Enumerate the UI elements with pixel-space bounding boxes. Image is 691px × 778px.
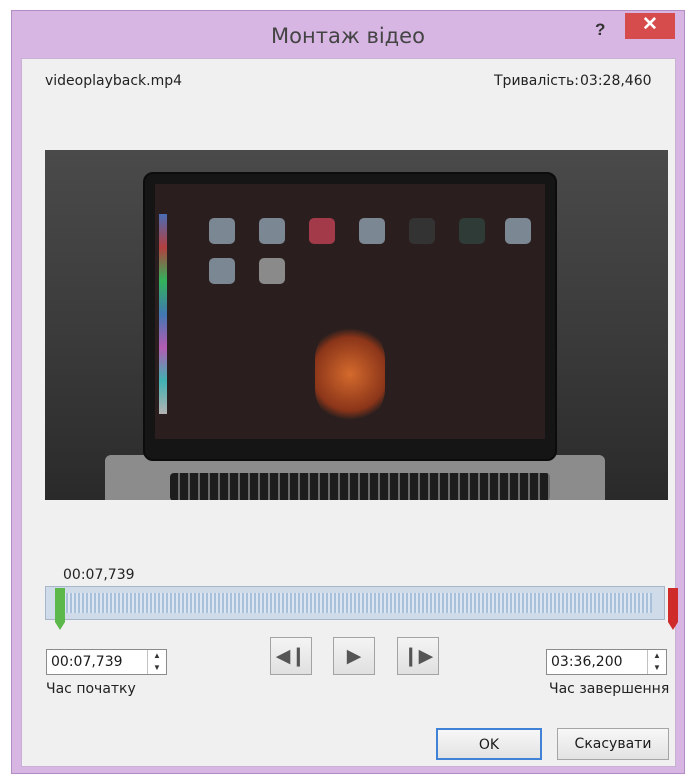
person-figure <box>315 324 385 424</box>
end-marker[interactable] <box>668 588 678 630</box>
app-icon <box>209 218 235 244</box>
laptop-image <box>143 172 557 461</box>
cancel-button[interactable]: Скасувати <box>557 728 669 760</box>
previous-frame-icon: ◀❙ <box>275 645 307 667</box>
dock-icons <box>159 214 167 414</box>
start-marker[interactable] <box>55 588 65 630</box>
dialog-title: Монтаж відео <box>271 24 425 48</box>
app-icon <box>505 218 531 244</box>
next-frame-button[interactable]: ❙▶ <box>397 637 439 675</box>
keyboard <box>170 473 550 500</box>
laptop-screen <box>155 184 545 439</box>
next-frame-icon: ❙▶ <box>402 645 434 667</box>
app-icon <box>209 258 235 284</box>
spinner-arrows[interactable]: ▲ ▼ <box>647 650 666 674</box>
spinner-arrows[interactable]: ▲ ▼ <box>147 650 166 674</box>
app-icon <box>459 218 485 244</box>
app-icon <box>309 218 335 244</box>
app-icon <box>359 218 385 244</box>
timeline-position: 00:07,739 <box>63 567 135 583</box>
title-bar[interactable]: Монтаж відео ? ✕ <box>12 11 684 61</box>
play-icon: ▶ <box>346 645 362 667</box>
duration-value: 03:28,460 <box>580 73 652 89</box>
file-name: videoplayback.mp4 <box>45 73 183 89</box>
close-button[interactable]: ✕ <box>625 13 675 39</box>
end-time-label: Час завершення <box>549 681 670 697</box>
start-time-value[interactable]: 00:07,739 <box>47 650 147 674</box>
app-icon <box>259 258 285 284</box>
ok-button[interactable]: OK <box>436 728 542 760</box>
previous-frame-button[interactable]: ◀❙ <box>270 637 312 675</box>
spin-down-icon[interactable]: ▼ <box>648 662 666 674</box>
end-time-spinner[interactable]: 03:36,200 ▲ ▼ <box>546 649 667 675</box>
spin-up-icon[interactable]: ▲ <box>148 650 166 662</box>
start-time-label: Час початку <box>46 681 136 697</box>
video-preview[interactable] <box>45 150 668 500</box>
app-icon <box>259 218 285 244</box>
end-time-value[interactable]: 03:36,200 <box>547 650 647 674</box>
start-time-spinner[interactable]: 00:07,739 ▲ ▼ <box>46 649 167 675</box>
spin-down-icon[interactable]: ▼ <box>148 662 166 674</box>
audio-waveform <box>62 593 652 613</box>
help-button[interactable]: ? <box>595 20 605 40</box>
app-icon <box>409 218 435 244</box>
spin-up-icon[interactable]: ▲ <box>648 650 666 662</box>
play-button[interactable]: ▶ <box>333 637 375 675</box>
duration-label: Тривалість: <box>494 73 580 89</box>
timeline-bar[interactable] <box>45 586 665 620</box>
